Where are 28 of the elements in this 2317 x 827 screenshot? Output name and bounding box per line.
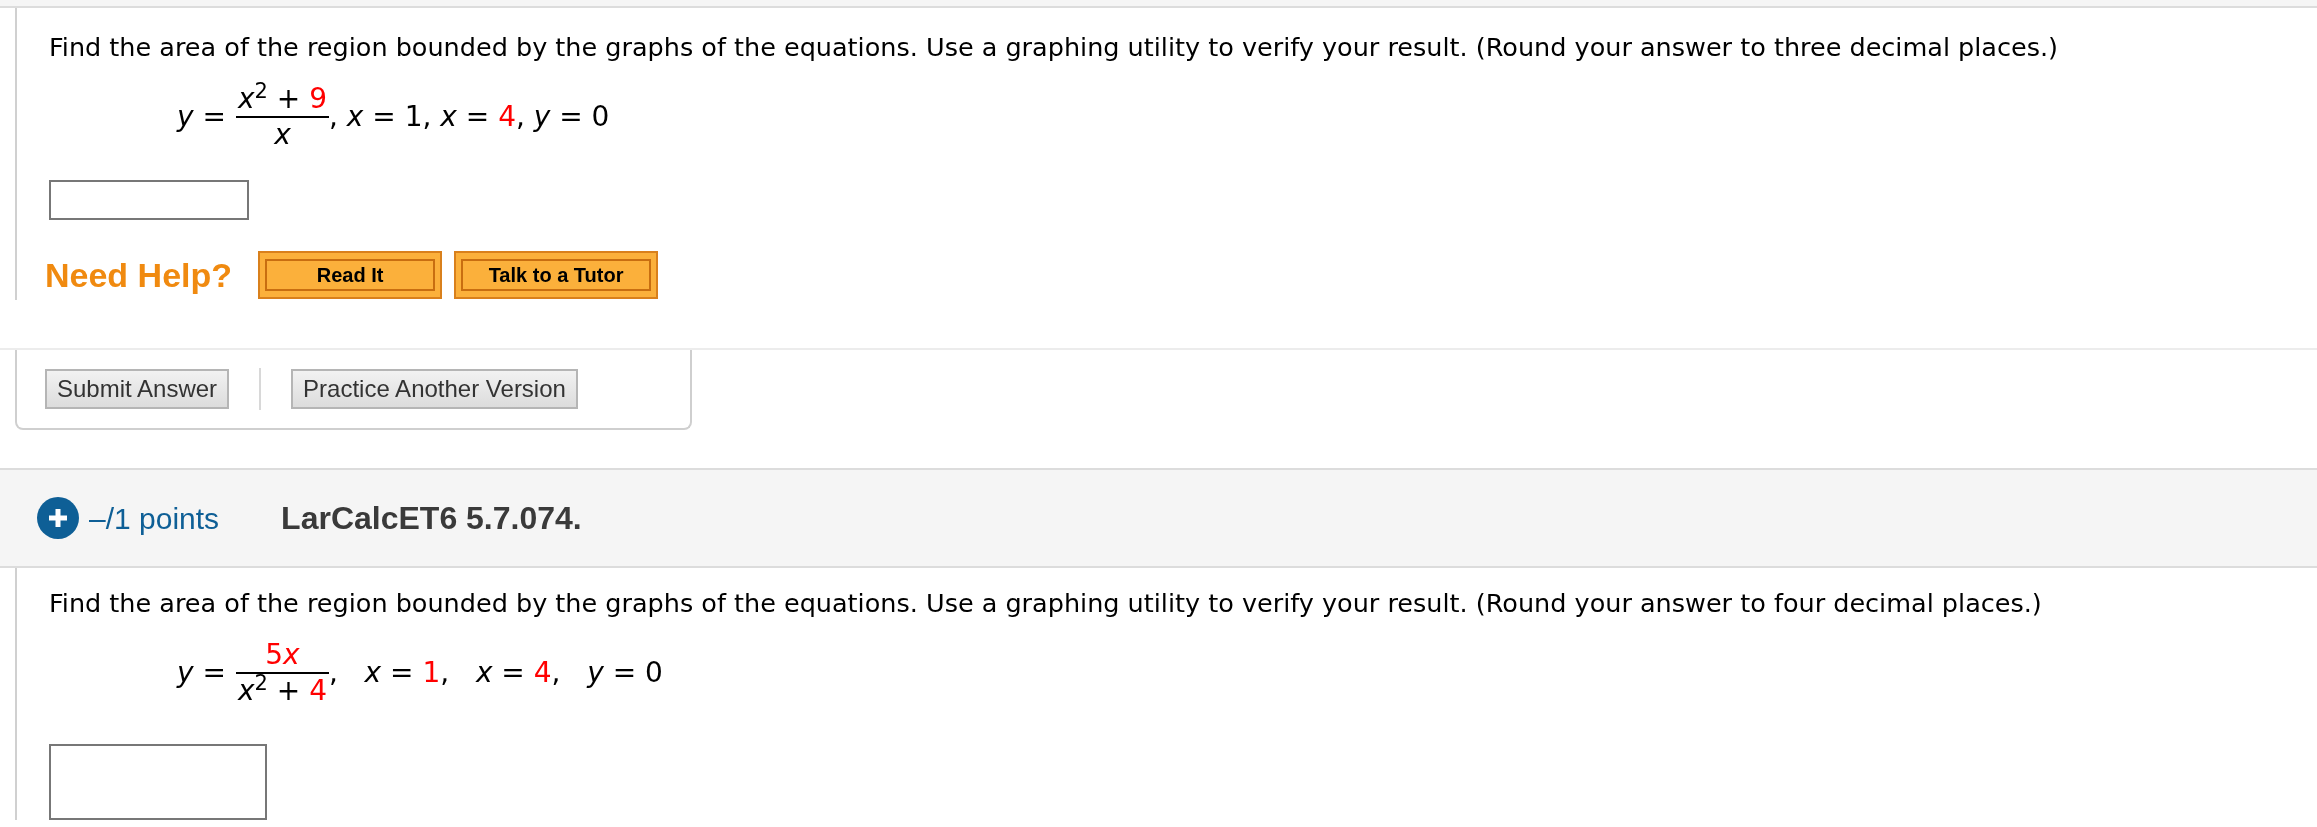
answer-field[interactable] xyxy=(49,744,267,820)
math-text: 9 xyxy=(309,82,327,116)
math-text: , x = 1, x = xyxy=(329,100,491,134)
math-text: 1 xyxy=(422,656,441,690)
math-text: 4 xyxy=(533,656,552,690)
need-help-label: Need Help? xyxy=(45,254,233,296)
math-text: , x = xyxy=(440,656,526,690)
math-text: , y = 0 xyxy=(551,656,663,690)
math-text: x xyxy=(283,638,300,672)
help-button[interactable]: Read It xyxy=(258,251,443,299)
answer-field[interactable] xyxy=(49,180,249,220)
help-button[interactable]: Talk to a Tutor xyxy=(454,251,659,299)
math-text: y = xyxy=(177,656,226,690)
math-text: , x = xyxy=(329,656,415,690)
plus-icon[interactable] xyxy=(37,497,79,539)
question-text: Find the area of the region bounded by the graphs of the equations. Use a graphing utility to verify your result. (Round your answer to three decimal places.) xyxy=(48,31,2060,64)
math-text: x$^{2}$ + xyxy=(237,674,302,708)
math-text: x xyxy=(274,118,291,152)
math-text: x$^{2}$ + xyxy=(237,82,302,116)
action-button[interactable]: Submit Answer xyxy=(45,369,230,409)
question-id: LarCalcET6 5.7.074. xyxy=(281,499,582,538)
math-text: , y = 0 xyxy=(515,100,610,134)
math-text: 4 xyxy=(309,674,327,708)
math-text: 4 xyxy=(498,100,516,134)
points-label: –/1 points xyxy=(89,500,220,537)
math-text: y = xyxy=(177,100,226,134)
question-text: Find the area of the region bounded by the graphs of the equations. Use a graphing utility to verify your result. (Round your answer to four decimal places.) xyxy=(48,587,2043,620)
action-button[interactable]: Practice Another Version xyxy=(291,369,578,409)
